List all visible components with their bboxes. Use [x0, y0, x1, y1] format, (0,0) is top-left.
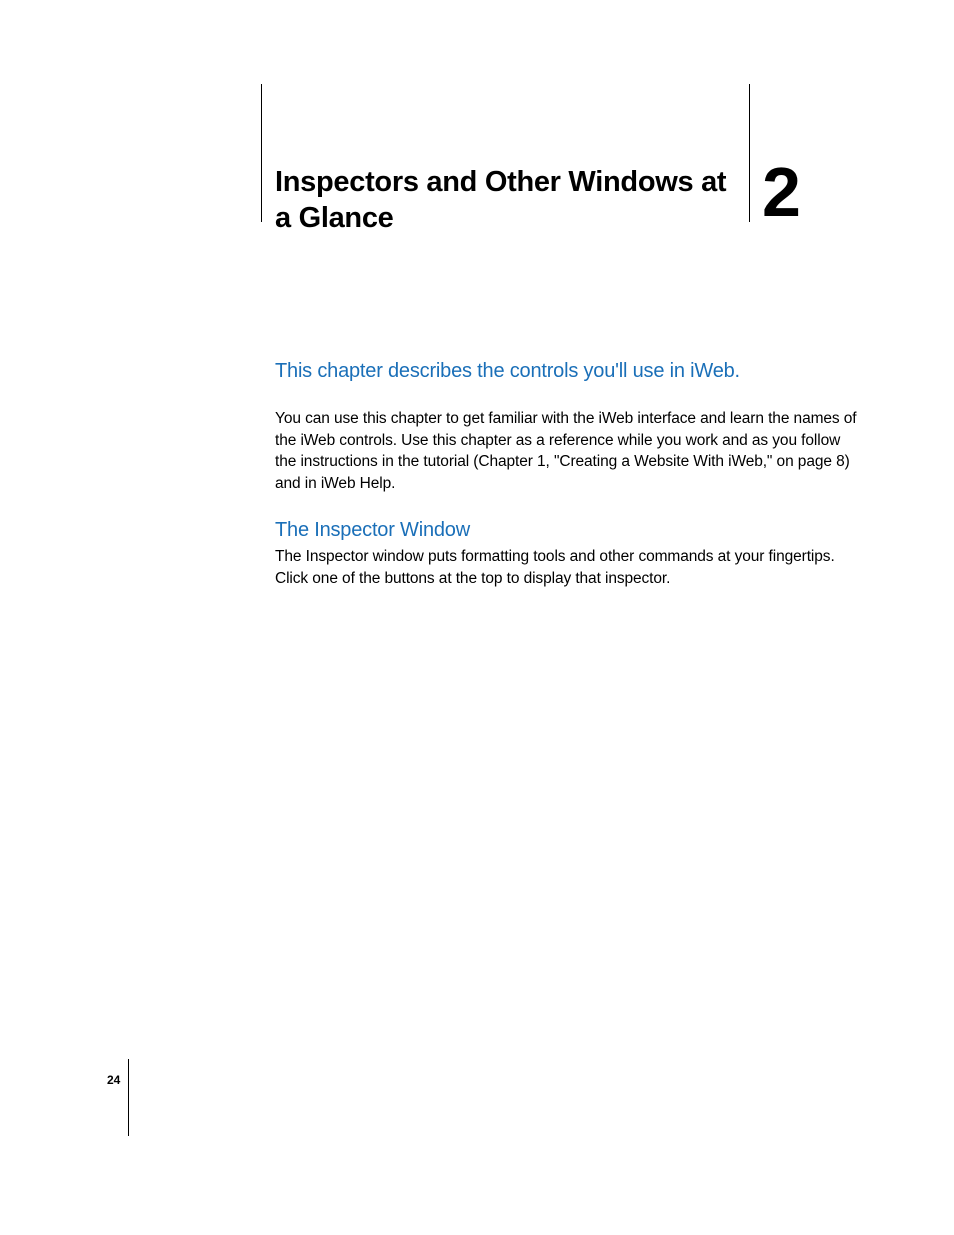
rule-decoration	[128, 1059, 129, 1136]
body-paragraph: The Inspector window puts formatting too…	[275, 546, 845, 589]
section-heading: The Inspector Window	[275, 519, 470, 542]
rule-decoration	[261, 84, 262, 222]
body-paragraph: You can use this chapter to get familiar…	[275, 408, 863, 495]
rule-decoration	[749, 84, 750, 222]
page-number: 24	[107, 1073, 120, 1087]
chapter-number: 2	[762, 152, 799, 232]
chapter-intro: This chapter describes the controls you'…	[275, 358, 835, 384]
chapter-title: Inspectors and Other Windows at a Glance	[275, 164, 735, 237]
